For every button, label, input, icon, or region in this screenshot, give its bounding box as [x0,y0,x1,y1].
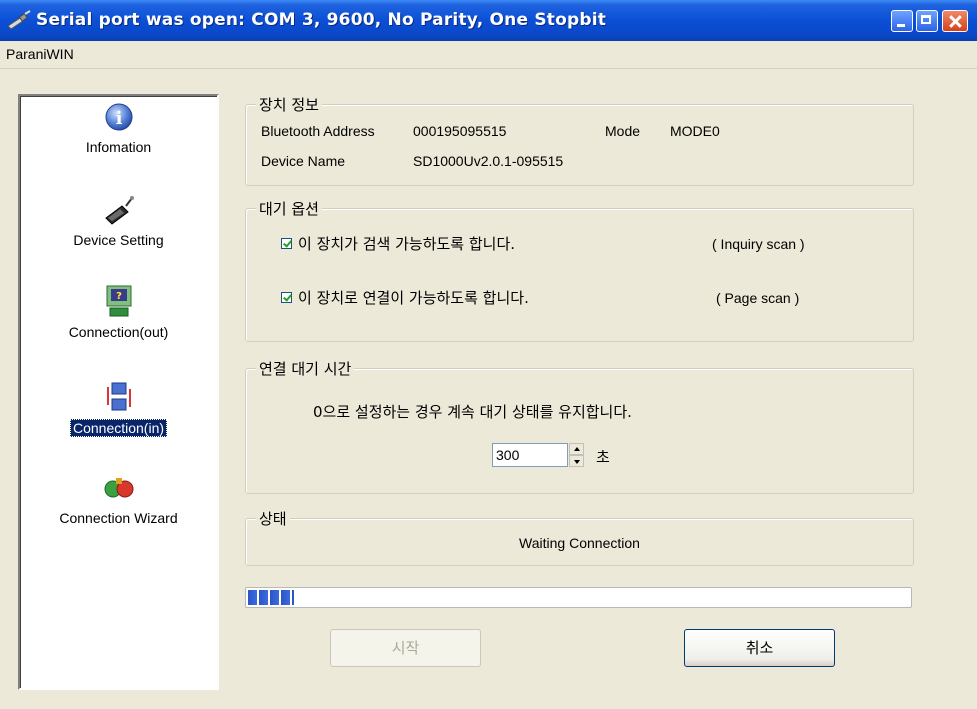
inquiry-scan-label[interactable]: 이 장치가 검색 가능하도록 합니다. [298,233,515,254]
sidebar-item-device-setting[interactable]: Device Setting [20,194,217,248]
status-text: Waiting Connection [519,535,640,551]
close-button[interactable] [942,10,968,32]
timeout-input[interactable] [492,443,568,467]
start-button[interactable]: 시작 [330,629,481,667]
timeout-description: 0으로 설정하는 경우 계속 대기 상태를 유지합니다. [313,403,632,421]
sidebar-item-label: Infomation [85,139,152,155]
timeout-unit: 초 [596,448,610,466]
maximize-button[interactable] [916,10,938,32]
progress-fill [248,590,294,605]
window-title: Serial port was open: COM 3, 9600, No Pa… [36,10,607,30]
status-title: 상태 [256,508,290,529]
timeout-title: 연결 대기 시간 [256,358,355,379]
bt-address-label: Bluetooth Address [261,123,375,139]
menu-item-paraniwin[interactable]: ParaniWIN [6,46,74,62]
connection-out-icon: ? [106,285,131,317]
timeout-stepper[interactable] [569,443,584,467]
status-group: 상태 Waiting Connection [245,508,914,566]
inquiry-scan-checkbox[interactable] [281,238,292,249]
wait-options-group: 대기 옵션 이 장치가 검색 가능하도록 합니다. ( Inquiry scan… [245,198,914,342]
mode-label: Mode [605,123,641,139]
minimize-button[interactable] [891,10,913,32]
menu-bar: ParaniWIN [0,41,977,69]
page-scan-hint: ( Page scan ) [716,290,800,306]
device-name-value: SD1000Uv2.0.1-095515 [413,153,564,169]
info-icon: i [105,103,132,131]
device-name-label: Device Name [261,153,346,169]
wizard-icon [104,478,133,498]
inquiry-scan-hint: ( Inquiry scan ) [712,236,805,252]
device-info-title: 장치 정보 [256,94,322,115]
device-info-group: 장치 정보 Bluetooth Address 000195095515 Mod… [245,94,914,186]
connection-in-icon [106,382,131,411]
title-bar[interactable]: Serial port was open: COM 3, 9600, No Pa… [0,0,977,41]
sidebar-item-connection-in[interactable]: Connection(in) [20,381,217,437]
timeout-group: 연결 대기 시간 0으로 설정하는 경우 계속 대기 상태를 유지합니다. [245,358,914,494]
svg-text:?: ? [116,291,122,302]
sidebar-item-label: Connection(in) [69,419,168,437]
wait-options-title: 대기 옵션 [256,198,322,219]
svg-text:i: i [115,108,122,129]
serial-plug-icon [7,10,31,30]
sidebar: i Infomation Device Setting ? Connection… [18,94,219,690]
page-scan-label[interactable]: 이 장치로 연결이 가능하도록 합니다. [298,287,529,308]
page-scan-checkbox[interactable] [281,292,292,303]
sidebar-item-connection-wizard[interactable]: Connection Wizard [20,474,217,526]
sidebar-item-connection-out[interactable]: ? Connection(out) [20,284,217,340]
progress-bar [245,587,912,608]
sidebar-item-label: Connection(out) [68,324,169,340]
sidebar-item-information[interactable]: i Infomation [20,101,217,155]
device-icon [104,196,134,225]
sidebar-item-label: Connection Wizard [59,510,178,526]
cancel-button[interactable]: 취소 [684,629,835,667]
mode-value: MODE0 [670,123,720,139]
bt-address-value: 000195095515 [413,123,507,139]
sidebar-item-label: Device Setting [73,232,164,248]
stepper-up-icon[interactable] [569,443,584,455]
stepper-down-icon[interactable] [569,455,584,467]
